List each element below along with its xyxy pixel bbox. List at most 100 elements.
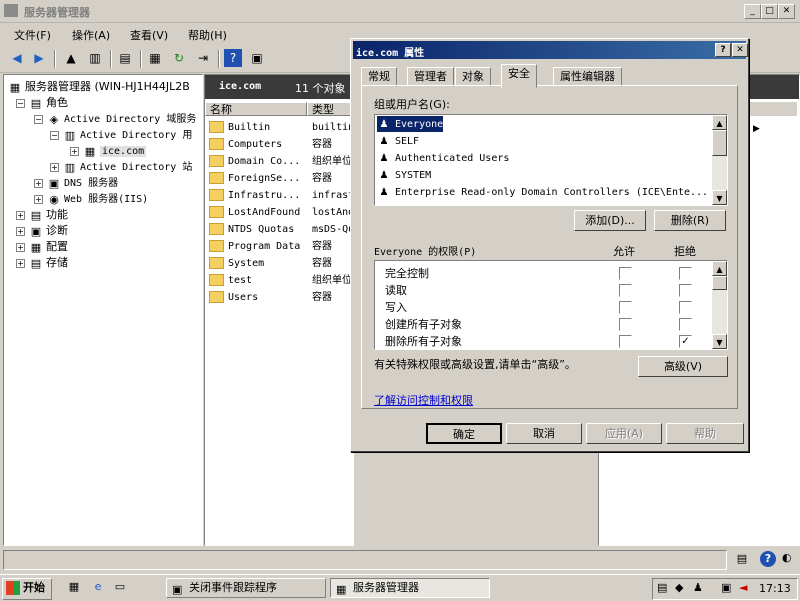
list-item[interactable]: Builtin builtin bbox=[209, 118, 356, 135]
user-list-scrollbar[interactable]: ▲ ▼ bbox=[712, 115, 727, 205]
user-list-item[interactable]: ♟ Everyone bbox=[377, 116, 444, 132]
allow-checkbox[interactable] bbox=[619, 318, 632, 331]
expand-icon[interactable]: + bbox=[50, 162, 59, 172]
tree-item[interactable]: − ◈ Active Directory 域服务 bbox=[34, 111, 196, 127]
scroll-up-icon[interactable]: ▲ bbox=[712, 261, 727, 276]
tray-users-icon[interactable]: ♟ bbox=[693, 581, 703, 594]
minimize-button[interactable]: _ bbox=[744, 4, 761, 19]
expand-icon[interactable]: + bbox=[16, 242, 25, 252]
task-shutdown-event-tracker[interactable]: ▣ 关闭事件跟踪程序 bbox=[166, 578, 326, 598]
tray-monitor-icon[interactable]: ▣ bbox=[721, 581, 731, 594]
tree-item[interactable]: + ▦ 配置 bbox=[16, 239, 68, 255]
tree-item[interactable]: − ▥ Active Directory 用 bbox=[50, 127, 192, 143]
maximize-button[interactable]: □ bbox=[761, 4, 778, 19]
properties-icon[interactable]: ▦ bbox=[146, 49, 164, 67]
collapse-icon[interactable]: − bbox=[34, 114, 43, 124]
refresh-icon[interactable]: ↻ bbox=[170, 49, 188, 67]
tab-attribute-editor[interactable]: 属性编辑器 bbox=[553, 67, 622, 87]
back-icon[interactable]: ◀ bbox=[8, 49, 26, 67]
list-item[interactable]: Computers 容器 bbox=[209, 135, 356, 152]
deny-checkbox[interactable] bbox=[679, 267, 692, 280]
user-list-item[interactable]: ♟ SYSTEM bbox=[377, 167, 707, 183]
allow-checkbox[interactable] bbox=[619, 335, 632, 348]
column-header-type[interactable]: 类型 bbox=[307, 102, 353, 116]
collapse-icon[interactable]: − bbox=[50, 130, 59, 140]
advanced-button[interactable]: 高级(V) bbox=[638, 356, 728, 377]
tree-item[interactable]: + ▥ Active Directory 站 bbox=[50, 159, 192, 175]
list-item[interactable]: Program Data 容器 bbox=[209, 237, 356, 254]
quicklaunch-desktop-icon[interactable]: ▭ bbox=[112, 580, 128, 596]
ok-button[interactable]: 确定 bbox=[426, 423, 502, 444]
user-list-item[interactable]: ♟ SELF bbox=[377, 133, 707, 149]
task-server-manager[interactable]: ▦ 服务器管理器 bbox=[330, 578, 490, 598]
status-settings-icon[interactable]: ◐ bbox=[782, 551, 796, 567]
quicklaunch-server-manager-icon[interactable]: ▦ bbox=[66, 580, 82, 596]
add-button[interactable]: 添加(D)... bbox=[574, 210, 646, 231]
tab-object[interactable]: 对象 bbox=[455, 67, 491, 87]
expand-icon[interactable]: + bbox=[16, 226, 25, 236]
tree-item[interactable]: + ◉ Web 服务器(IIS) bbox=[34, 191, 148, 207]
up-folder-icon[interactable]: ▲ bbox=[62, 49, 80, 67]
forward-icon[interactable]: ▶ bbox=[30, 49, 48, 67]
quicklaunch-ie-icon[interactable]: e bbox=[90, 580, 106, 596]
menu-help[interactable]: 帮助(H) bbox=[188, 27, 227, 43]
console-tree[interactable]: ▦ 服务器管理器 (WIN-HJ1H44JL2B − ▤ 角色 − ◈ Active Dire… bbox=[3, 74, 203, 546]
menu-action[interactable]: 操作(A) bbox=[72, 27, 110, 43]
tree-item[interactable]: + ▤ 存储 bbox=[16, 255, 68, 271]
tray-security-icon[interactable]: ◆ bbox=[675, 581, 683, 594]
tray-volume-icon[interactable]: ◄ bbox=[739, 581, 747, 594]
expand-icon[interactable]: + bbox=[70, 146, 79, 156]
deny-checkbox[interactable]: ✓ bbox=[679, 335, 692, 348]
apply-button[interactable]: 应用(A) bbox=[586, 423, 662, 444]
expand-icon[interactable]: + bbox=[34, 178, 43, 188]
user-list[interactable]: ♟ Everyone ♟ SELF ♟ Authenticated Users ♟ SYSTE… bbox=[374, 114, 728, 206]
show-tree-icon[interactable]: ▥ bbox=[86, 49, 104, 67]
help-icon[interactable]: ? bbox=[224, 49, 242, 67]
tab-managed-by[interactable]: 管理者 bbox=[407, 67, 454, 87]
console-icon[interactable]: ▣ bbox=[248, 49, 266, 67]
expand-icon[interactable]: + bbox=[16, 210, 25, 220]
list-item[interactable]: Infrastru... infrast bbox=[209, 186, 356, 203]
allow-checkbox[interactable] bbox=[619, 267, 632, 280]
tab-general[interactable]: 常规 bbox=[361, 67, 397, 87]
dialog-close-button[interactable]: ✕ bbox=[732, 43, 748, 57]
status-help-icon[interactable]: ? bbox=[760, 551, 776, 567]
scroll-down-icon[interactable]: ▼ bbox=[712, 334, 727, 349]
close-button[interactable]: ✕ bbox=[778, 4, 795, 19]
menu-view[interactable]: 查看(V) bbox=[130, 27, 168, 43]
copy-icon[interactable]: ▤ bbox=[116, 49, 134, 67]
deny-checkbox[interactable] bbox=[679, 284, 692, 297]
actions-expand-icon[interactable]: ▶ bbox=[753, 124, 760, 134]
collapse-icon[interactable]: − bbox=[16, 98, 25, 108]
remove-button[interactable]: 删除(R) bbox=[654, 210, 726, 231]
tree-item[interactable]: + ▣ 诊断 bbox=[16, 223, 68, 239]
column-header-name[interactable]: 名称 bbox=[205, 102, 307, 116]
scroll-up-icon[interactable]: ▲ bbox=[712, 115, 727, 130]
start-button[interactable]: 开始 bbox=[2, 578, 52, 600]
help-button[interactable]: 帮助 bbox=[666, 423, 744, 444]
expand-icon[interactable]: + bbox=[16, 258, 25, 268]
permissions-list[interactable]: 完全控制 读取 写入 创建所有子对象 删除所有子对象 ✓ ▲ ▼ bbox=[374, 260, 728, 350]
expand-icon[interactable]: + bbox=[34, 194, 43, 204]
scroll-thumb[interactable] bbox=[712, 130, 727, 156]
tree-item[interactable]: + ▤ 功能 bbox=[16, 207, 68, 223]
list-item[interactable]: LostAndFound lostAnd bbox=[209, 203, 356, 220]
allow-checkbox[interactable] bbox=[619, 284, 632, 297]
tab-security[interactable]: 安全 bbox=[501, 64, 537, 88]
dialog-help-button[interactable]: ? bbox=[715, 43, 731, 57]
menu-file[interactable]: 文件(F) bbox=[14, 27, 51, 43]
object-list-pane[interactable]: ice.com 11 个对象 名称 类型 Builtin builtin Compu… bbox=[204, 74, 354, 546]
access-control-link[interactable]: 了解访问控制和权限 bbox=[374, 392, 473, 408]
user-list-item[interactable]: ♟ Authenticated Users bbox=[377, 150, 707, 166]
deny-checkbox[interactable] bbox=[679, 301, 692, 314]
tree-item[interactable]: + ▣ DNS 服务器 bbox=[34, 175, 118, 191]
export-icon[interactable]: ⇥ bbox=[194, 49, 212, 67]
cancel-button[interactable]: 取消 bbox=[506, 423, 582, 444]
tree-item[interactable]: + ▦ ice.com bbox=[70, 143, 147, 159]
permissions-scrollbar[interactable]: ▲ ▼ bbox=[712, 261, 727, 349]
tree-item[interactable]: ▦ 服务器管理器 (WIN-HJ1H44JL2B bbox=[8, 79, 190, 95]
user-list-item[interactable]: ♟ Enterprise Read-only Domain Controllers… bbox=[377, 184, 709, 200]
tray-network-icon[interactable]: ▤ bbox=[657, 581, 667, 594]
list-item[interactable]: Users 容器 bbox=[209, 288, 356, 305]
deny-checkbox[interactable] bbox=[679, 318, 692, 331]
